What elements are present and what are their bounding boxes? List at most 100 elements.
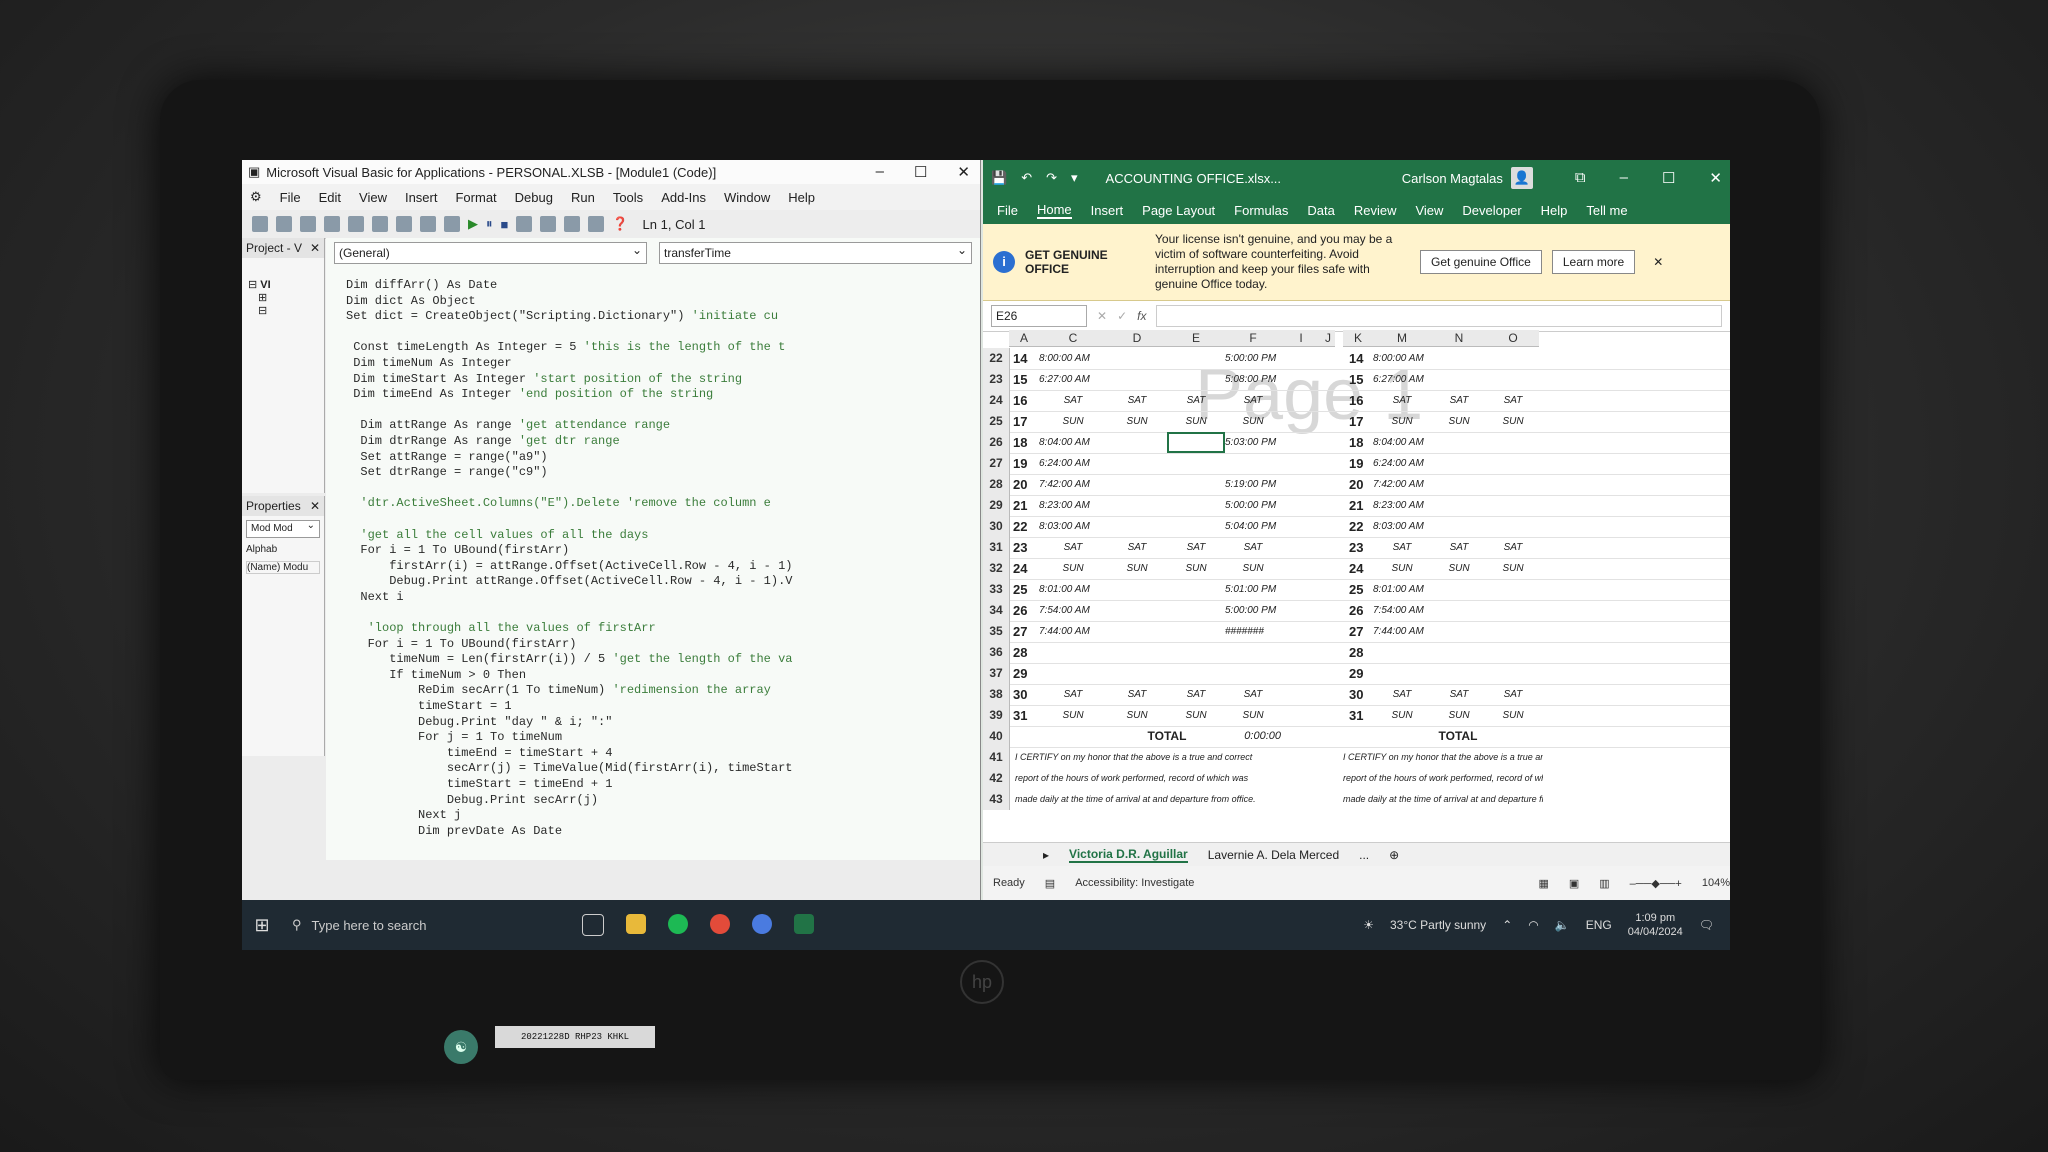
cell-n[interactable] — [1431, 348, 1487, 369]
close-icon[interactable]: ✕ — [957, 163, 970, 181]
excel-view-icon[interactable] — [252, 216, 268, 232]
cell-e[interactable]: SUN — [1167, 411, 1225, 432]
time-in-cell[interactable]: 8:00:00 AM — [1039, 348, 1107, 369]
row-number[interactable]: 30 — [983, 516, 1010, 537]
cell-e[interactable] — [1167, 663, 1225, 684]
menu-item-run[interactable]: Run — [571, 190, 595, 205]
time-in-cell-right[interactable]: 6:24:00 AM — [1373, 453, 1431, 474]
cell-d[interactable] — [1107, 579, 1167, 600]
object-combo[interactable]: (General) — [334, 240, 647, 264]
cell-d[interactable] — [1107, 369, 1167, 390]
cell-n[interactable] — [1431, 495, 1487, 516]
time-in-cell-right[interactable]: 7:44:00 AM — [1373, 621, 1431, 642]
time-in-cell[interactable]: SUN — [1039, 558, 1107, 579]
cell-n[interactable]: SAT — [1431, 537, 1487, 558]
row-number[interactable]: 28 — [983, 474, 1010, 495]
cell-o[interactable] — [1487, 432, 1539, 453]
day-cell[interactable]: 21 — [1013, 495, 1039, 516]
day-cell[interactable]: 22 — [1013, 516, 1039, 537]
cell-e[interactable] — [1167, 621, 1225, 642]
time-in-cell-right[interactable]: 7:54:00 AM — [1373, 600, 1431, 621]
cut-icon[interactable] — [324, 216, 340, 232]
cell-d[interactable]: SAT — [1107, 537, 1167, 558]
wifi-icon[interactable]: ◠ — [1528, 918, 1538, 932]
time-in-cell[interactable]: 8:23:00 AM — [1039, 495, 1107, 516]
time-in-cell[interactable]: 8:03:00 AM — [1039, 516, 1107, 537]
cell-o[interactable]: SUN — [1487, 558, 1539, 579]
cell-d[interactable] — [1107, 348, 1167, 369]
macro-record-icon[interactable]: ▤ — [1045, 877, 1055, 890]
row-number[interactable]: 27 — [983, 453, 1010, 474]
time-out-cell[interactable]: 5:00:00 PM — [1225, 348, 1281, 369]
cell-d[interactable]: SAT — [1107, 684, 1167, 705]
insert-module-icon[interactable] — [276, 216, 292, 232]
time-in-cell[interactable]: SUN — [1039, 411, 1107, 432]
cell-o[interactable] — [1487, 474, 1539, 495]
tab-page-layout[interactable]: Page Layout — [1142, 203, 1215, 218]
user-account[interactable]: Carlson Magtalas 👤 — [1402, 167, 1533, 189]
help-icon[interactable]: ❓ — [612, 216, 628, 232]
menu-item-format[interactable]: Format — [455, 190, 496, 205]
maximize-icon[interactable]: ☐ — [1662, 169, 1675, 187]
close-icon[interactable]: ✕ — [310, 241, 320, 255]
time-out-cell[interactable]: 5:00:00 PM — [1225, 495, 1281, 516]
procedure-combo[interactable]: transferTime — [659, 240, 972, 264]
add-sheet-icon[interactable]: ⊕ — [1389, 848, 1399, 862]
tab-review[interactable]: Review — [1354, 203, 1397, 218]
formula-input[interactable] — [1156, 305, 1722, 327]
cell-e[interactable] — [1167, 432, 1225, 453]
time-out-cell[interactable]: 5:03:00 PM — [1225, 432, 1281, 453]
zoom-level[interactable]: 104% — [1702, 877, 1730, 889]
properties-object-combo[interactable]: Mod Mod — [246, 518, 320, 538]
cell-n[interactable]: SAT — [1431, 684, 1487, 705]
time-in-cell-right[interactable]: 8:01:00 AM — [1373, 579, 1431, 600]
redo-icon[interactable]: ↷ — [1046, 170, 1057, 186]
ribbon-display-icon[interactable]: ⧉ — [1575, 169, 1586, 187]
sheet-tab[interactable]: Lavernie A. Dela Merced — [1208, 848, 1339, 862]
time-in-cell-right[interactable]: 7:42:00 AM — [1373, 474, 1431, 495]
cell-d[interactable] — [1107, 621, 1167, 642]
cell-o[interactable]: SAT — [1487, 390, 1539, 411]
accessibility-status[interactable]: Accessibility: Investigate — [1075, 877, 1194, 889]
cell-o[interactable]: SAT — [1487, 537, 1539, 558]
time-out-cell[interactable]: SAT — [1225, 684, 1281, 705]
day-cell[interactable]: 24 — [1013, 558, 1039, 579]
learn-more-button[interactable]: Learn more — [1551, 250, 1636, 274]
code-editor[interactable]: Dim diffArr() As Date Dim dict As Object S… — [346, 278, 970, 860]
cell-d[interactable] — [1107, 642, 1167, 663]
day-cell[interactable]: 14 — [1013, 348, 1039, 369]
tree-node[interactable]: ⊞ — [248, 291, 318, 304]
time-out-cell[interactable]: 5:00:00 PM — [1225, 600, 1281, 621]
chrome-icon[interactable] — [710, 914, 730, 934]
object-browser-icon[interactable] — [588, 216, 605, 232]
cell-d[interactable]: SAT — [1107, 390, 1167, 411]
cell-o[interactable] — [1487, 348, 1539, 369]
time-out-cell[interactable]: 5:19:00 PM — [1225, 474, 1281, 495]
row-number[interactable]: 26 — [983, 432, 1010, 453]
copy-icon[interactable] — [348, 216, 364, 232]
page-layout-view-icon[interactable]: ▣ — [1569, 877, 1579, 890]
row-number[interactable]: 39 — [983, 705, 1010, 726]
time-in-cell-right[interactable]: SAT — [1373, 390, 1431, 411]
cell-n[interactable] — [1431, 369, 1487, 390]
tab-view[interactable]: View — [1415, 203, 1443, 218]
time-out-cell[interactable]: ####### — [1225, 621, 1281, 642]
sheet-tab[interactable]: ... — [1359, 848, 1369, 862]
excel-icon[interactable] — [794, 914, 814, 934]
day-cell[interactable]: 20 — [1013, 474, 1039, 495]
spreadsheet-grid[interactable]: Page 1 A C D E F I J K M N O 22 14 8:00:00 AM 5:00:00 … — [983, 330, 1730, 840]
cell-d[interactable] — [1107, 516, 1167, 537]
time-in-cell[interactable]: 8:01:00 AM — [1039, 579, 1107, 600]
tab-formulas[interactable]: Formulas — [1234, 203, 1288, 218]
undo-icon[interactable] — [420, 216, 436, 232]
redo-icon[interactable] — [444, 216, 460, 232]
windows-start-icon[interactable]: ⊞ — [242, 915, 282, 936]
minimize-icon[interactable]: – — [1620, 169, 1628, 187]
cell-o[interactable] — [1487, 600, 1539, 621]
column-header[interactable]: M — [1373, 330, 1431, 347]
cell-n[interactable] — [1431, 432, 1487, 453]
cell-d[interactable]: SUN — [1107, 411, 1167, 432]
cell-n[interactable] — [1431, 474, 1487, 495]
column-header[interactable]: D — [1107, 330, 1167, 347]
row-number[interactable]: 40 — [983, 726, 1010, 747]
